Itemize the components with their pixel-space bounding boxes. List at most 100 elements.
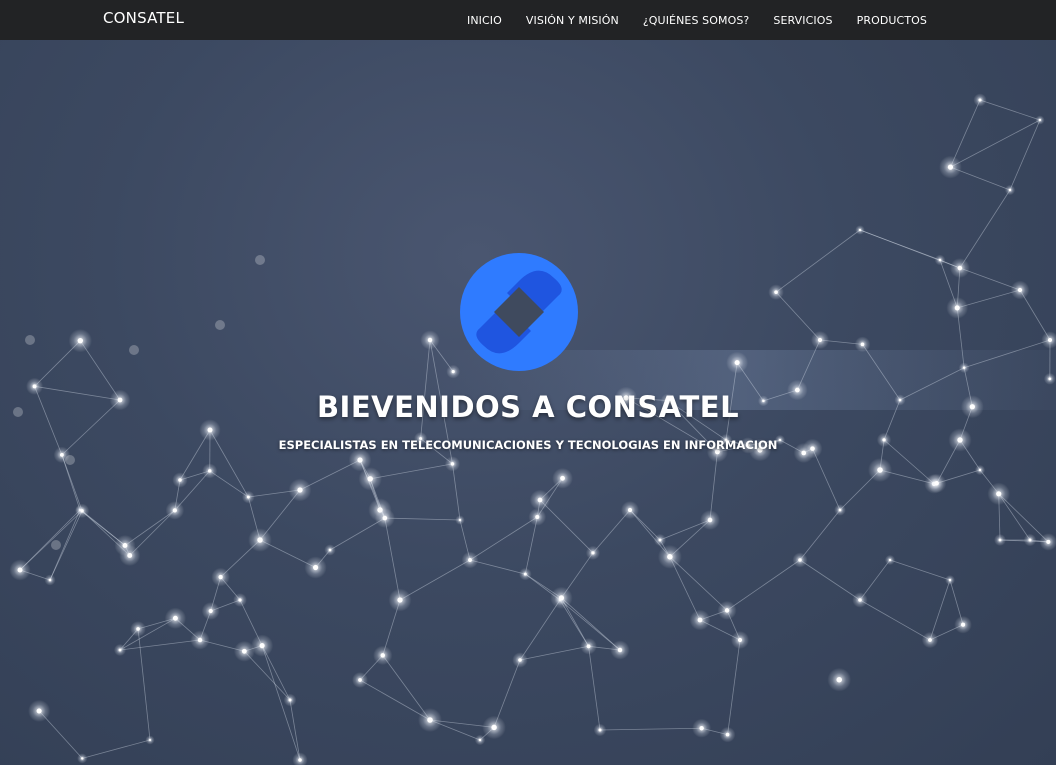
bokeh-dot — [255, 255, 265, 265]
network-edge — [1009, 119, 1041, 191]
network-node — [246, 495, 250, 499]
network-node — [358, 678, 362, 682]
brand-link[interactable]: CONSATEL — [103, 9, 184, 27]
bokeh-dot — [65, 455, 75, 465]
nav-item-quienes-somos: ¿QUIÉNES SOMOS? — [631, 14, 762, 27]
nav-item-vision-mision: VISIÓN Y MISIÓN — [514, 14, 631, 27]
nav-item-servicios: SERVICIOS — [761, 14, 844, 27]
network-node — [860, 342, 865, 347]
network-node — [947, 164, 954, 170]
network-node — [858, 228, 862, 232]
network-node — [312, 564, 319, 571]
network-node — [798, 558, 802, 562]
network-node — [558, 595, 565, 601]
network-node — [450, 462, 455, 466]
network-node — [598, 728, 602, 732]
network-node — [978, 98, 982, 102]
network-node — [978, 468, 982, 472]
bokeh-dot — [25, 335, 35, 345]
network-node — [737, 637, 743, 643]
network-node — [817, 337, 823, 343]
network-node — [725, 732, 730, 737]
network-edge — [929, 579, 951, 641]
network-node — [838, 508, 842, 512]
network-node — [241, 648, 247, 654]
network-node — [208, 469, 212, 473]
network-node — [560, 475, 565, 481]
network-node — [397, 597, 403, 603]
network-node — [491, 724, 497, 731]
network-node — [699, 726, 704, 731]
network-edge — [727, 639, 741, 735]
network-node — [48, 578, 52, 582]
network-node — [928, 638, 932, 642]
network-node — [888, 558, 892, 562]
network-node — [207, 427, 213, 433]
network-edge — [359, 679, 431, 721]
network-node — [707, 517, 713, 523]
network-node — [957, 265, 963, 271]
network-node — [948, 578, 952, 582]
network-node — [1017, 287, 1023, 293]
network-edge — [452, 463, 461, 521]
network-edge — [469, 516, 538, 561]
nav-link-quienes-somos[interactable]: ¿QUIÉNES SOMOS? — [631, 14, 762, 27]
nav-link-productos[interactable]: PRODUCTOS — [845, 14, 939, 27]
network-edge — [799, 509, 841, 561]
network-node — [478, 738, 482, 742]
network-edge — [799, 559, 861, 601]
network-node — [172, 615, 178, 621]
network-node — [238, 598, 242, 602]
network-node — [382, 515, 388, 521]
network-node — [427, 717, 433, 723]
network-node — [858, 598, 862, 602]
network-node — [535, 514, 540, 520]
network-edge — [519, 599, 561, 661]
network-node — [77, 337, 84, 344]
network-node — [1048, 377, 1052, 381]
network-node — [627, 507, 633, 513]
network-node — [288, 698, 292, 702]
network-node — [32, 384, 37, 389]
network-node — [591, 551, 595, 555]
nav-link-vision-mision[interactable]: VISIÓN Y MISIÓN — [514, 14, 631, 27]
network-node — [118, 648, 122, 652]
network-node — [934, 481, 939, 486]
bokeh-dot — [129, 345, 139, 355]
network-node — [877, 467, 883, 473]
network-edge — [19, 510, 83, 571]
top-navbar: CONSATEL INICIO VISIÓN Y MISIÓN ¿QUIÉNES… — [0, 0, 1056, 40]
network-edge — [119, 639, 201, 651]
network-node — [1046, 539, 1051, 544]
network-node — [658, 538, 662, 542]
network-edge — [384, 517, 461, 521]
nav-link-servicios[interactable]: SERVICIOS — [761, 14, 844, 27]
network-node — [724, 608, 730, 613]
hero-section: BIEVENIDOS A CONSATEL ESPECIALISTAS EN T… — [0, 40, 1056, 765]
network-node — [367, 476, 373, 482]
network-node — [1038, 118, 1042, 122]
network-node — [998, 538, 1002, 542]
network-node — [1047, 337, 1053, 343]
network-node — [208, 608, 213, 614]
network-edge — [599, 727, 702, 731]
network-edge — [82, 739, 151, 759]
bokeh-dot — [215, 320, 225, 330]
network-node — [172, 508, 177, 513]
network-edge — [469, 559, 526, 575]
network-edge — [370, 463, 453, 480]
network-edge — [859, 599, 931, 641]
network-node — [380, 653, 385, 658]
network-edge — [959, 189, 1011, 269]
network-node — [81, 757, 84, 760]
nav-link-inicio[interactable]: INICIO — [455, 14, 514, 27]
network-edge — [812, 448, 841, 511]
network-node — [59, 452, 64, 457]
hero-title: BIEVENIDOS A CONSATEL — [316, 390, 740, 424]
network-node — [1028, 538, 1032, 542]
network-node — [938, 258, 942, 262]
network-edge — [775, 229, 861, 293]
network-node — [523, 572, 527, 576]
network-node — [667, 554, 673, 560]
network-node — [458, 518, 462, 522]
